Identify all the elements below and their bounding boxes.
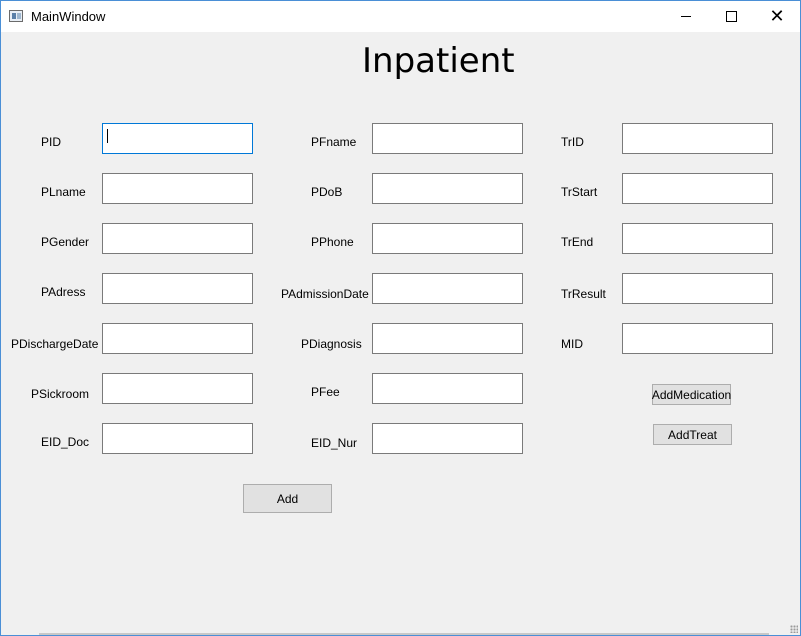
eid-nur-label: EID_Nur <box>311 436 358 450</box>
eid-doc-input[interactable] <box>102 423 253 454</box>
window-title: MainWindow <box>31 9 106 24</box>
pdischargedate-input[interactable] <box>102 323 253 354</box>
minimize-icon <box>681 16 691 17</box>
close-icon: ✕ <box>769 5 785 27</box>
add-button[interactable]: Add <box>243 484 332 513</box>
resize-grip-icon[interactable] <box>790 625 798 633</box>
pphone-label: PPhone <box>311 235 354 249</box>
close-button[interactable]: ✕ <box>754 1 800 32</box>
pdischargedate-label: PDischargeDate <box>11 337 99 351</box>
plname-input[interactable] <box>102 173 253 204</box>
pdob-label: PDoB <box>311 185 343 199</box>
page-title: Inpatient <box>362 41 515 81</box>
pid-label: PID <box>41 135 62 149</box>
maximize-button[interactable] <box>708 1 754 32</box>
trid-label: TrID <box>561 135 584 149</box>
eid-doc-label: EID_Doc <box>41 435 90 449</box>
padress-label: PAdress <box>41 285 86 299</box>
pgender-input[interactable] <box>102 223 253 254</box>
pfee-input[interactable] <box>372 373 523 404</box>
pdob-input[interactable] <box>372 173 523 204</box>
add-treat-button[interactable]: AddTreat <box>653 424 732 445</box>
trend-label: TrEnd <box>561 235 594 249</box>
minimize-button[interactable] <box>663 1 709 32</box>
eid-nur-input[interactable] <box>372 423 523 454</box>
maximize-icon <box>725 11 737 22</box>
padress-input[interactable] <box>102 273 253 304</box>
plname-label: PLname <box>41 185 86 199</box>
trstart-input[interactable] <box>622 173 773 204</box>
pfname-label: PFname <box>311 135 357 149</box>
mid-input[interactable] <box>622 323 773 354</box>
title-bar[interactable]: MainWindow ✕ <box>1 1 800 32</box>
pid-input[interactable] <box>102 123 253 154</box>
pfname-input[interactable] <box>372 123 523 154</box>
pphone-input[interactable] <box>372 223 523 254</box>
mid-label: MID <box>561 337 583 351</box>
trresult-input[interactable] <box>622 273 773 304</box>
trid-input[interactable] <box>622 123 773 154</box>
pdiagnosis-label: PDiagnosis <box>301 337 362 351</box>
trresult-label: TrResult <box>561 287 606 301</box>
text-cursor <box>107 129 108 143</box>
padmissiondate-label: PAdmissionDate <box>281 287 369 301</box>
trstart-label: TrStart <box>561 185 598 199</box>
psickroom-input[interactable] <box>102 373 253 404</box>
padmissiondate-input[interactable] <box>372 273 523 304</box>
pfee-label: PFee <box>311 385 340 399</box>
bottom-border-strip <box>39 633 769 635</box>
pdiagnosis-input[interactable] <box>372 323 523 354</box>
trend-input[interactable] <box>622 223 773 254</box>
app-window-icon <box>9 10 23 22</box>
psickroom-label: PSickroom <box>31 387 90 401</box>
add-medication-button[interactable]: AddMedication <box>652 384 731 405</box>
pgender-label: PGender <box>41 235 90 249</box>
main-window: MainWindow ✕ Inpatient PID PLname PGende… <box>0 0 801 636</box>
